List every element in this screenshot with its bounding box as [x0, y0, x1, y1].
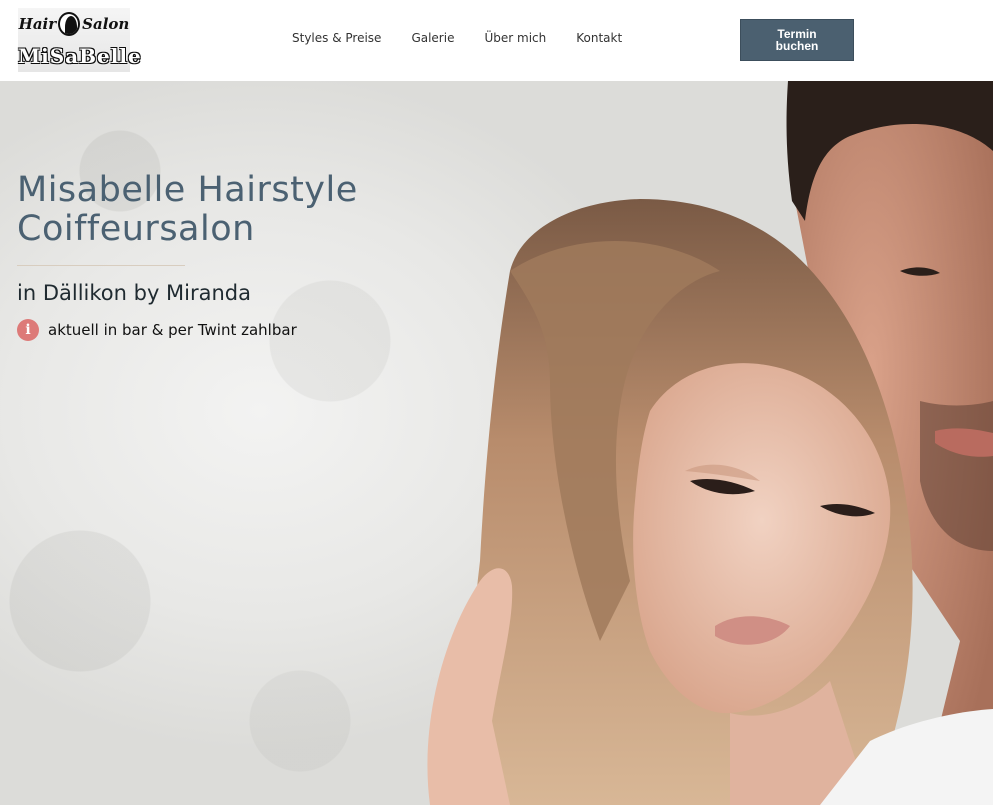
couple-photo [427, 81, 993, 805]
salon-logo[interactable]: Hair Salon MiSaBelle [18, 8, 142, 72]
main-nav: Styles & Preise Galerie Über mich Kontak… [292, 31, 622, 45]
hero-subtitle: in Dällikon by Miranda [17, 281, 252, 305]
title-divider [17, 265, 185, 266]
nav-item-galerie[interactable]: Galerie [411, 31, 454, 45]
info-circle-icon: i [17, 319, 39, 341]
logo-text-hair: Hair [18, 15, 57, 33]
payment-info: i aktuell in bar & per Twint zahlbar [17, 319, 297, 341]
payment-info-text: aktuell in bar & per Twint zahlbar [48, 321, 297, 339]
woman-silhouette-icon [58, 12, 81, 36]
logo-text-misabelle: MiSaBelle [18, 44, 142, 68]
logo-top-line: Hair Salon [18, 12, 130, 36]
nav-item-ueber-mich[interactable]: Über mich [484, 31, 546, 45]
hero-title: Misabelle Hairstyle Coiffeursalon [17, 170, 358, 249]
site-header: Hair Salon MiSaBelle Styles & Preise Gal… [0, 0, 993, 81]
nav-item-styles-preise[interactable]: Styles & Preise [292, 31, 381, 45]
hero-section: Misabelle Hairstyle Coiffeursalon in Däl… [0, 81, 993, 805]
nav-item-kontakt[interactable]: Kontakt [576, 31, 622, 45]
logo-text-salon: Salon [82, 15, 130, 33]
book-appointment-button[interactable]: Termin buchen [740, 19, 854, 61]
